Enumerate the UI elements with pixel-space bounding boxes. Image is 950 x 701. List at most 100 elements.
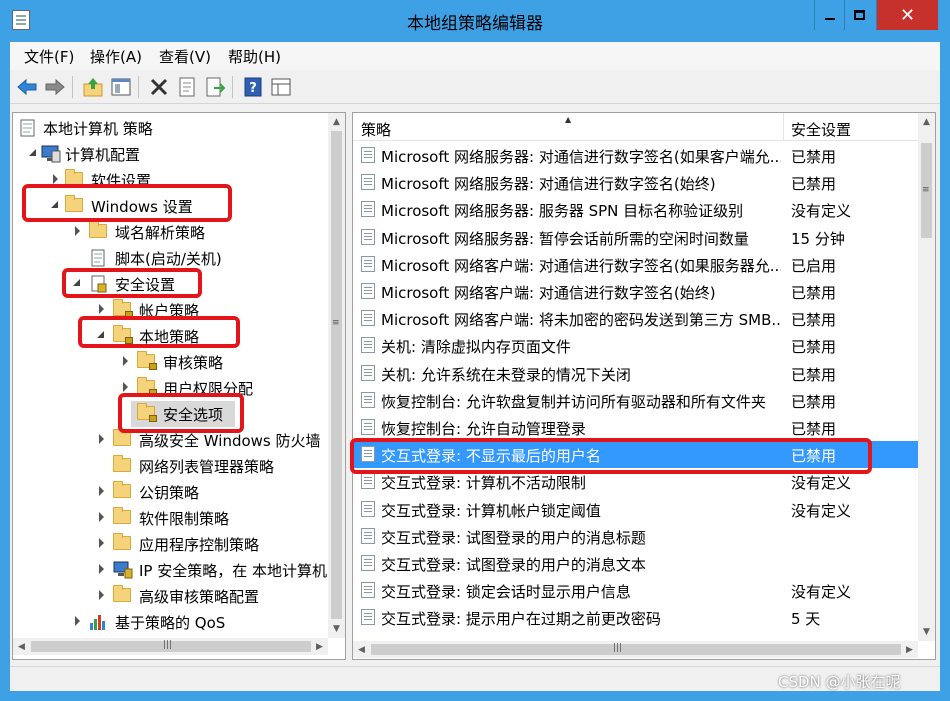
collapse-icon[interactable] [29,149,36,156]
folder-icon [65,195,83,212]
policy-item-icon [361,337,375,354]
expand-icon[interactable] [99,590,104,600]
policy-list-pane[interactable]: 策略 ▲ 安全设置 Microsoft 网络服务器: 对通信进行数字签名(如果客… [352,112,936,660]
expand-icon[interactable] [99,512,104,522]
tree-label: 本地策略 [139,328,200,346]
policy-row[interactable]: 交互式登录: 计算机帐户锁定阈值 没有定义 [353,496,918,523]
scroll-up-arrow[interactable]: ▲ [328,113,345,130]
policy-row[interactable]: 恢复控制台: 允许自动管理登录 已禁用 [353,414,918,441]
maximize-button[interactable] [844,0,874,30]
folder-lock-icon [137,377,157,396]
close-button[interactable]: ✕ [876,0,938,30]
scrollbar-thumb[interactable] [331,131,342,619]
view-icon[interactable] [270,76,292,98]
policy-name: 交互式登录: 锁定会话时显示用户信息 [381,583,631,602]
policy-item-icon [361,609,375,626]
export-icon[interactable] [204,76,226,98]
tree-label: Windows 设置 [91,198,193,216]
folder-icon [113,481,131,498]
policy-item-icon [361,473,375,490]
policy-row[interactable]: Microsoft 网络服务器: 对通信进行数字签名(始终) 已禁用 [353,169,918,196]
tree-horizontal-scrollbar[interactable]: ◀ ||| ▶ [13,638,328,655]
policy-setting-value: 已禁用 [791,175,837,194]
policy-item-icon [361,446,375,463]
scroll-down-arrow[interactable]: ▼ [918,623,935,640]
expand-icon[interactable] [99,486,104,496]
scroll-left-arrow[interactable]: ◀ [353,641,370,658]
folder-icon [113,585,131,602]
expand-icon[interactable] [123,382,128,392]
back-icon[interactable] [16,76,38,98]
policy-row[interactable]: 交互式登录: 试图登录的用户的消息文本 [353,550,918,577]
policy-row[interactable]: 交互式登录: 试图登录的用户的消息标题 [353,523,918,550]
collapse-icon[interactable] [51,201,58,208]
expand-icon[interactable] [75,616,80,626]
policy-setting-value: 没有定义 [791,474,852,493]
column-divider[interactable] [783,113,784,141]
policy-row[interactable]: Microsoft 网络客户端: 对通信进行数字签名(如果服务器允... 已启用 [353,251,918,278]
policy-item-icon [361,419,375,435]
tree-label: 安全设置 [115,276,176,294]
tree-label: 高级审核策略配置 [139,588,260,606]
minimize-button[interactable] [814,0,844,30]
title-bar[interactable]: 本地组策略编辑器 ✕ [0,0,950,42]
policy-setting-value: 没有定义 [791,501,852,520]
policy-row[interactable]: Microsoft 网络客户端: 对通信进行数字签名(始终) 已禁用 [353,278,918,305]
tree-vertical-scrollbar[interactable]: ▲ ≡ ▼ [328,113,345,638]
folder-lock-icon [137,351,157,370]
column-header-setting[interactable]: 安全设置 [791,119,851,140]
delete-icon[interactable] [148,76,170,98]
policy-name: 关机: 允许系统在未登录的情况下关闭 [381,365,631,384]
list-horizontal-scrollbar[interactable]: ◀ ||| ▶ [353,641,918,658]
expand-icon[interactable] [99,304,104,314]
tree-pane[interactable]: 本地计算机 策略 计算机配置 软件设置 Windows 设置 域名解析策略 脚本… [12,112,346,660]
scroll-left-arrow[interactable]: ◀ [13,638,30,655]
menu-file[interactable]: 文件(F) [24,46,74,67]
scroll-right-arrow[interactable]: ▶ [901,641,918,658]
expand-icon[interactable] [123,356,128,366]
help-icon[interactable]: ? [242,76,264,98]
up-folder-icon[interactable] [82,76,104,98]
client-area: 文件(F) 操作(A) 查看(V) 帮助(H) ? 本地计算机 策略 计算机配置… [10,42,940,691]
column-header-policy[interactable]: 策略 [361,119,391,140]
scroll-up-arrow[interactable]: ▲ [918,113,935,130]
properties-icon[interactable] [176,76,198,98]
policy-row[interactable]: 关机: 清除虚拟内存页面文件 已禁用 [353,332,918,359]
policy-row[interactable]: 交互式登录: 锁定会话时显示用户信息 没有定义 [353,577,918,604]
menu-view[interactable]: 查看(V) [159,46,211,67]
policy-name: 交互式登录: 计算机帐户锁定阈值 [381,501,601,520]
policy-row[interactable]: Microsoft 网络服务器: 服务器 SPN 目标名称验证级别 没有定义 [353,196,918,223]
expand-icon[interactable] [99,564,104,574]
policy-setting-value: 没有定义 [791,583,852,602]
policy-name: 交互式登录: 试图登录的用户的消息文本 [381,556,646,574]
policy-row[interactable]: 交互式登录: 提示用户在过期之前更改密码 5 天 [353,604,918,631]
collapse-icon[interactable] [73,279,80,286]
expand-icon[interactable] [99,538,104,548]
scrollbar-thumb[interactable] [371,644,901,655]
forward-icon[interactable] [44,76,66,98]
policy-row[interactable]: 交互式登录: 计算机不活动限制 没有定义 [353,468,918,495]
menu-help[interactable]: 帮助(H) [228,46,281,67]
show-hide-tree-icon[interactable] [110,76,132,98]
policy-row[interactable]: Microsoft 网络服务器: 对通信进行数字签名(如果客户端允... 已禁用 [353,142,918,169]
folder-icon [65,169,83,186]
expand-icon[interactable] [53,174,58,184]
list-vertical-scrollbar[interactable]: ▲ ≡ ▼ [918,113,935,641]
policy-row-selected[interactable]: 交互式登录: 不显示最后的用户名 已禁用 [353,441,918,469]
scroll-down-arrow[interactable]: ▼ [328,620,345,637]
policy-name: Microsoft 网络服务器: 对通信进行数字签名(始终) [381,175,716,194]
menu-action[interactable]: 操作(A) [90,46,142,67]
scroll-grip-icon: ≡ [332,318,340,328]
collapse-icon[interactable] [97,331,104,338]
tree-node-security-options[interactable]: 安全选项 [131,401,235,427]
policy-item-icon [361,228,375,245]
policy-row[interactable]: Microsoft 网络客户端: 将未加密的密码发送到第三方 SMB... 已禁用 [353,305,918,332]
expand-icon[interactable] [75,226,80,236]
expand-icon[interactable] [99,434,104,444]
scroll-right-arrow[interactable]: ▶ [311,638,328,655]
policy-row[interactable]: 恢复控制台: 允许软盘复制并访问所有驱动器和所有文件夹 已禁用 [353,387,918,414]
policy-row[interactable]: Microsoft 网络服务器: 暂停会话前所需的空闲时间数量 15 分钟 [353,224,918,251]
policy-row[interactable]: 关机: 允许系统在未登录的情况下关闭 已禁用 [353,360,918,387]
policy-item-icon [361,174,375,191]
policy-name: 交互式登录: 提示用户在过期之前更改密码 [381,610,661,629]
